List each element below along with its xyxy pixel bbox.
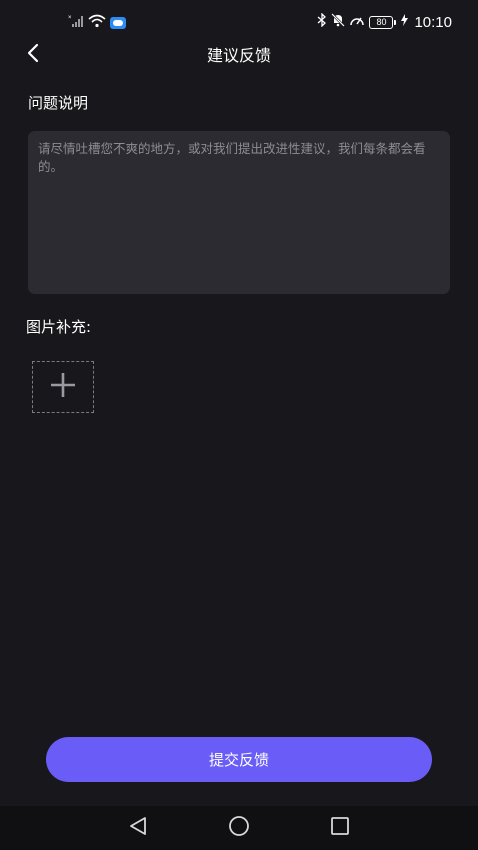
system-home-button[interactable] [225,815,253,841]
status-left: × [68,13,126,32]
circle-home-icon [227,814,251,842]
status-time: 10:10 [414,13,452,31]
triangle-back-icon [127,815,149,841]
system-recent-button[interactable] [326,815,354,841]
plus-icon [49,371,77,403]
system-nav-bar [0,806,478,850]
problem-input[interactable] [38,140,440,285]
add-image-button[interactable] [32,361,94,413]
system-back-button[interactable] [124,815,152,841]
problem-label: 问题说明 [28,94,89,112]
square-recent-icon [329,815,351,841]
battery-icon: 80 [369,15,397,29]
images-label: 图片补充: [26,318,92,336]
charging-icon [401,14,409,30]
cloud-icon [110,16,126,29]
submit-button[interactable]: 提交反馈 [46,737,432,782]
page-title: 建议反馈 [206,46,271,65]
wifi-icon [88,13,106,32]
header: 建议反馈 [0,32,478,76]
status-right: 80 10:10 [317,12,452,31]
bluetooth-icon [317,12,327,31]
problem-input-box[interactable] [28,131,450,294]
speed-icon [349,13,365,31]
signal-icon: × [68,13,84,32]
mute-bell-icon [331,13,346,31]
svg-text:×: × [68,15,72,21]
